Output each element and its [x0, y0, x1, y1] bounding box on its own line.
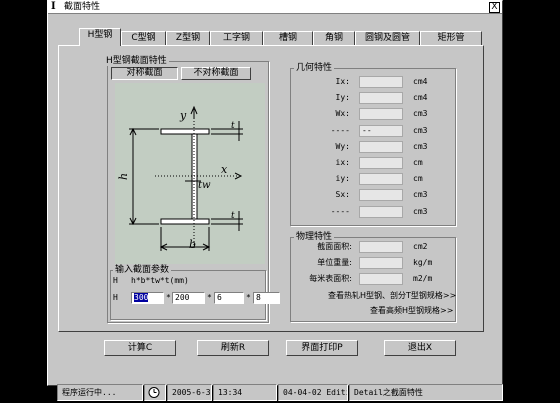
geometry-unit: cm3: [413, 141, 428, 151]
geometry-label: ix:: [335, 158, 350, 167]
h-section-group-title: H型钢截面特性: [104, 56, 169, 66]
i-beam-app-icon: I: [51, 1, 56, 12]
geometry-unit: cm3: [413, 206, 428, 216]
title-bar: I 截面特性 X: [48, 1, 502, 14]
formula-prefix: H: [113, 276, 118, 285]
height-input[interactable]: 300: [131, 292, 164, 304]
geometry-unit: cm3: [413, 109, 428, 119]
web-thickness-input[interactable]: 6: [214, 292, 244, 304]
geometry-label: iy:: [335, 174, 350, 184]
top-flange-thickness-label: t: [231, 121, 235, 131]
geometry-label: ----: [330, 125, 350, 135]
tab-angle[interactable]: 角钢: [313, 31, 355, 45]
tab-channel[interactable]: 槽钢: [263, 31, 313, 45]
formula-hint: h*b*tw*t(mm): [131, 276, 189, 285]
status-edition: 04-04-02 Edition: [278, 384, 348, 401]
x-axis-label: x: [221, 163, 228, 176]
physical-label: 每米表面积:: [309, 274, 352, 283]
tab-c-steel[interactable]: C型钢: [121, 31, 166, 45]
geometry-unit: cm3: [413, 125, 428, 135]
geometry-label: ----: [330, 206, 350, 216]
separator: *: [166, 293, 171, 302]
exit-button[interactable]: 退出X: [384, 340, 456, 356]
asymmetric-section-button[interactable]: 不对称截面: [181, 67, 251, 80]
geometry-label: Iy:: [335, 93, 350, 103]
hot-rolled-spec-link[interactable]: 查看热轧H型钢、剖分T型钢规格>>: [328, 291, 456, 301]
geometry-value: --: [359, 124, 403, 137]
separator: *: [207, 293, 212, 302]
geometry-title: 几何特性: [294, 63, 335, 73]
flange-thickness-input[interactable]: 8: [253, 292, 280, 304]
tab-z-steel[interactable]: Z型钢: [166, 31, 210, 45]
geometry-unit: cm4: [413, 77, 428, 86]
geometry-unit: cm: [413, 158, 423, 167]
print-button[interactable]: 界面打印P: [286, 340, 358, 356]
web-thickness-label: tw: [198, 180, 211, 191]
y-axis-label: y: [180, 109, 187, 122]
geometry-value: [359, 205, 403, 218]
geometry-value: [359, 189, 403, 202]
input-row-prefix: H: [113, 293, 118, 302]
tab-rect-tube[interactable]: 矩形管: [420, 31, 482, 45]
geometry-value: [359, 92, 403, 105]
physical-label: 单位重量:: [317, 258, 352, 267]
close-button[interactable]: X: [489, 2, 500, 13]
section-diagram: y x h b tw t t: [115, 83, 265, 264]
tab-round-pipe[interactable]: 圆钢及圆管: [355, 31, 420, 45]
width-label: b: [189, 238, 197, 251]
geometry-unit: cm4: [413, 93, 428, 103]
physical-title: 物理特性: [294, 232, 335, 242]
high-freq-spec-link[interactable]: 查看高频H型钢规格>>: [370, 306, 453, 316]
geometry-label: Ix:: [335, 77, 350, 86]
status-clock-cell: [144, 384, 166, 401]
status-module: Detail之截面特性: [349, 384, 503, 401]
status-date: 2005-6-30: [167, 384, 212, 401]
physical-unit: m2/m: [413, 274, 433, 283]
refresh-button[interactable]: 刷新R: [197, 340, 269, 356]
calculate-button[interactable]: 计算C: [104, 340, 176, 356]
geometry-value: [359, 140, 403, 153]
h-beam-drawing: [129, 105, 243, 251]
physical-value: [359, 273, 403, 285]
bottom-flange-thickness-label: t: [231, 211, 235, 221]
geometry-label: Wy:: [335, 141, 350, 151]
physical-unit: kg/m: [413, 258, 433, 267]
input-params-title: 输入截面参数: [113, 265, 172, 275]
physical-unit: cm2: [413, 242, 428, 251]
clock-icon: [148, 387, 160, 398]
geometry-label: Wx:: [335, 109, 350, 119]
tab-h-steel[interactable]: H型钢: [79, 28, 121, 46]
symmetric-section-button[interactable]: 对称截面: [111, 67, 178, 80]
status-time: 13:34: [213, 384, 277, 401]
geometry-value: [359, 76, 403, 88]
physical-value: [359, 241, 403, 253]
geometry-value: [359, 108, 403, 121]
height-label: h: [117, 172, 131, 181]
geometry-value: [359, 173, 403, 186]
geometry-unit: cm: [413, 174, 423, 184]
geometry-unit: cm3: [413, 190, 428, 200]
status-running: 程序运行中...: [57, 384, 143, 401]
width-input[interactable]: 200: [172, 292, 205, 304]
geometry-value: [359, 157, 403, 169]
separator: *: [246, 293, 251, 302]
physical-value: [359, 257, 403, 269]
tab-i-beam[interactable]: 工字钢: [210, 31, 263, 45]
window-title: 截面特性: [64, 2, 101, 12]
geometry-label: Sx:: [335, 190, 350, 200]
physical-label: 截面面积:: [317, 242, 352, 251]
